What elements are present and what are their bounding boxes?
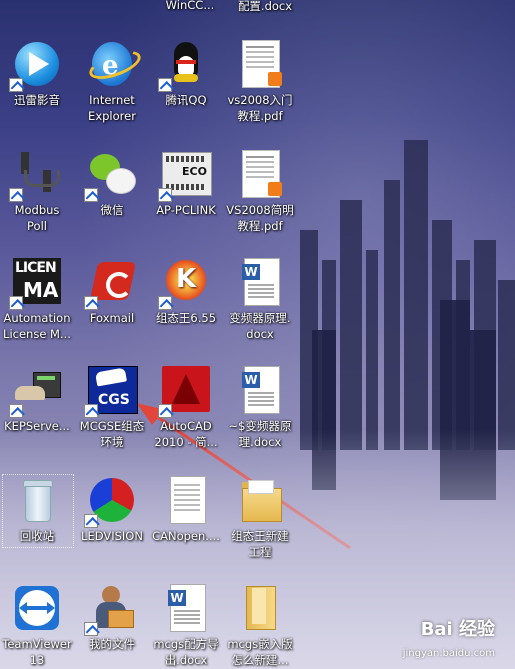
ie-icon: e — [85, 40, 145, 88]
text-document-icon — [162, 476, 210, 524]
recycle-bin-label: 回收站 — [19, 529, 55, 543]
desktop-icon-inverter-docx[interactable]: W 变频器原理. docx — [224, 258, 296, 342]
desktop-icon-kingview-new-project[interactable]: 组态王新建 工程 — [224, 476, 296, 560]
desktop-icon-foxmail[interactable]: Foxmail — [76, 258, 148, 326]
desktop-icon-modbus-poll[interactable]: Modbus Poll — [1, 150, 73, 234]
qq-penguin-icon — [158, 40, 210, 92]
teamviewer-label: TeamViewer 13 — [2, 637, 72, 667]
desktop-icon-ie[interactable]: e Internet Explorer — [76, 40, 148, 124]
desktop-icon-mcgs-recipe-export[interactable]: W mcgs配方导 出.docx — [150, 584, 222, 668]
ledvision-icon — [84, 476, 136, 528]
desktop-icon-inverter-tmp-docx[interactable]: W ~$变频器原 理.docx — [224, 366, 296, 450]
top-label-wincc[interactable]: WinCC... — [150, 0, 230, 12]
desktop-icon-qq[interactable]: 腾讯QQ — [150, 40, 222, 108]
plug-cable-icon — [9, 150, 61, 202]
desktop-icon-teamviewer[interactable]: TeamViewer 13 — [1, 584, 73, 668]
xunlei-label: 迅雷影音 — [14, 93, 60, 107]
license-manager-icon: LICEN MA — [9, 258, 61, 310]
folder-icon — [236, 584, 284, 632]
desktop-icon-mcgse[interactable]: CGS MCGSE组态 环境 — [76, 366, 148, 450]
inverter-docx-label: 变频器原理. docx — [229, 311, 291, 341]
foxmail-label: Foxmail — [89, 311, 135, 325]
desktop-icon-canopen[interactable]: CANopen.... — [150, 476, 222, 544]
mcgs-recipe-export-label: mcgs配方导 出.docx — [153, 637, 219, 667]
desktop-icon-mcgs-embedded[interactable]: mcgs嵌入版 怎么新建... — [224, 584, 296, 668]
mcgse-label: MCGSE组态 环境 — [79, 419, 145, 449]
foxmail-icon — [84, 258, 137, 310]
pdf-document-icon — [236, 40, 284, 88]
word-document-icon: W — [236, 258, 284, 306]
pdf-document-icon — [236, 150, 284, 198]
desktop-icon-ledvision[interactable]: LEDVISION — [76, 476, 148, 544]
ledvision-label: LEDVISION — [81, 529, 143, 543]
wechat-label: 微信 — [100, 203, 124, 217]
desktop-icon-recycle-bin[interactable]: 回收站 — [1, 476, 73, 544]
teamviewer-icon — [13, 584, 61, 632]
cgs-text: CGS — [98, 392, 130, 408]
mcgs-embedded-label: mcgs嵌入版 怎么新建... — [227, 637, 293, 667]
desktop-icon-wechat[interactable]: 微信 — [76, 150, 148, 218]
desktop-icon-my-documents[interactable]: 我的文件 — [76, 584, 148, 652]
kingview-icon: K — [158, 258, 210, 310]
inverter-tmp-docx-label: ~$变频器原 理.docx — [228, 419, 292, 449]
baidu-watermark: Bai 经验 — [420, 619, 495, 640]
automation-license-label: Automation License M... — [3, 311, 71, 341]
ie-label: Internet Explorer — [88, 93, 136, 123]
autocad-icon — [158, 366, 210, 418]
kingview-label: 组态王6.55 — [155, 311, 217, 325]
top-label-config-docx[interactable]: 配置.docx — [225, 0, 305, 14]
plc-device-icon: ECO — [158, 150, 212, 202]
desktop-icon-ap-pclink[interactable]: ECO AP-PCLINK — [150, 150, 222, 218]
user-folder-icon — [84, 584, 136, 636]
mcgse-icon: CGS — [84, 366, 138, 418]
autocad-label: AutoCAD 2010 - 简... — [154, 419, 218, 449]
ap-pclink-label: AP-PCLINK — [156, 203, 216, 217]
kingview-new-project-label: 组态王新建 工程 — [231, 529, 289, 559]
desktop-icon-vs2008-intro[interactable]: vs2008入门 教程.pdf — [224, 40, 296, 124]
word-document-icon: W — [236, 366, 284, 414]
vs2008-brief-label: VS2008简明 教程.pdf — [226, 203, 294, 233]
canopen-label: CANopen.... — [152, 529, 220, 543]
recycle-bin-icon — [13, 476, 61, 524]
word-document-icon: W — [162, 584, 210, 632]
baidu-watermark-url: jingyan.baidu.com — [402, 648, 495, 659]
k-letter: K — [176, 264, 197, 294]
vs2008-intro-label: vs2008入门 教程.pdf — [227, 93, 293, 123]
desktop-icon-xunlei[interactable]: 迅雷影音 — [1, 40, 73, 108]
my-documents-label: 我的文件 — [89, 637, 135, 651]
folder-icon — [236, 476, 284, 524]
licen-text: LICEN — [15, 260, 57, 276]
ma-text: MA — [23, 278, 59, 302]
modbus-poll-label: Modbus Poll — [14, 203, 60, 233]
desktop-icon-kepserver[interactable]: KEPServe... — [1, 366, 73, 434]
qq-label: 腾讯QQ — [165, 93, 207, 107]
eco-text: ECO — [182, 165, 207, 178]
desktop-icon-vs2008-brief[interactable]: VS2008简明 教程.pdf — [224, 150, 296, 234]
kepserver-icon — [9, 366, 61, 418]
kepserver-label: KEPServe... — [4, 419, 70, 433]
wechat-icon — [84, 150, 136, 202]
desktop-icon-automation-license[interactable]: LICEN MA Automation License M... — [1, 258, 73, 342]
xunlei-icon — [9, 40, 61, 92]
desktop-icon-kingview[interactable]: K 组态王6.55 — [150, 258, 222, 326]
desktop-icon-autocad[interactable]: AutoCAD 2010 - 简... — [150, 366, 222, 450]
